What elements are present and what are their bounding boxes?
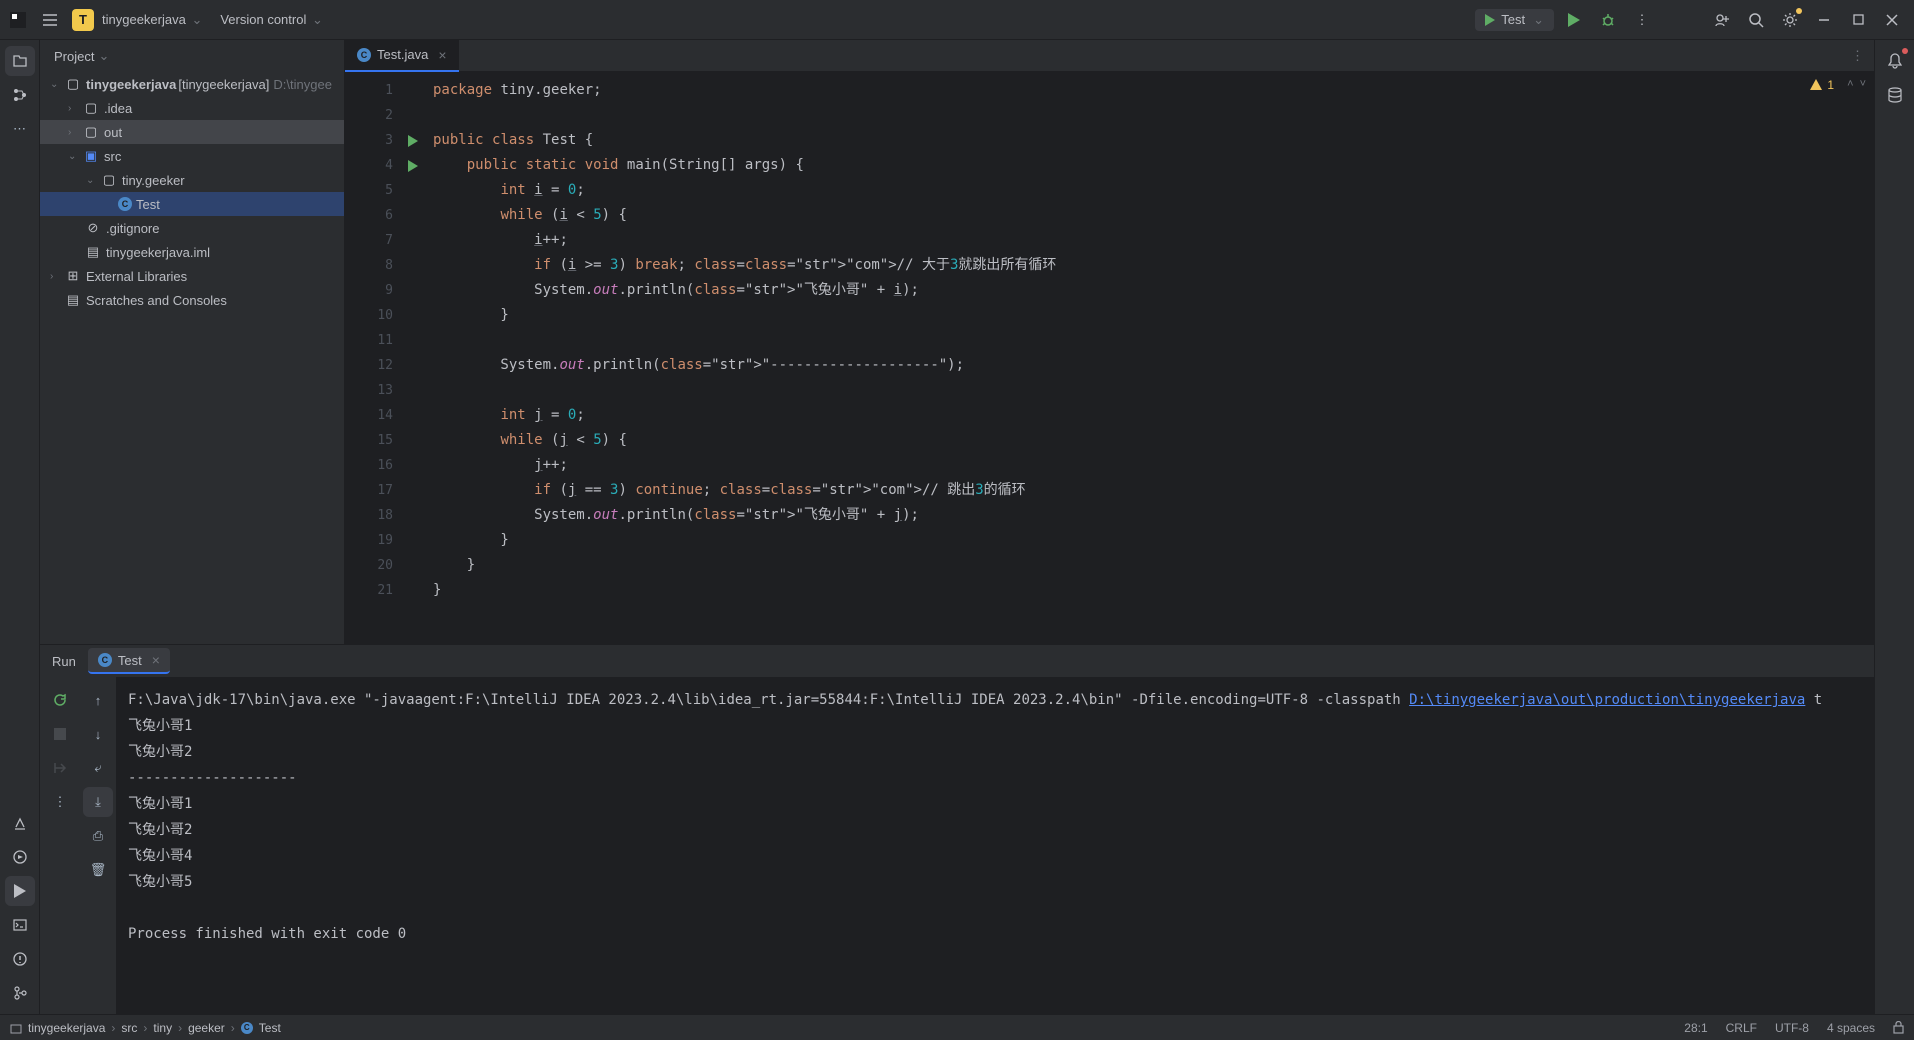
structure-tool-button[interactable] bbox=[5, 80, 35, 110]
problems-tool-button[interactable] bbox=[5, 944, 35, 974]
library-icon: ⊞ bbox=[64, 268, 82, 284]
project-tree[interactable]: ⌄ ▢ tinygeekerjava [tinygeekerjava] D:\t… bbox=[40, 72, 344, 644]
titlebar: T tinygeekerjava ⌄ Version control ⌄ Tes… bbox=[0, 0, 1914, 40]
indent-config[interactable]: 4 spaces bbox=[1827, 1021, 1875, 1035]
project-name[interactable]: tinygeekerjava ⌄ bbox=[102, 12, 202, 28]
minimize-icon[interactable] bbox=[1810, 6, 1838, 34]
run-actions-rail: ⋮ bbox=[40, 677, 80, 1014]
editor-tab-label: Test.java bbox=[377, 47, 428, 62]
search-icon[interactable] bbox=[1742, 6, 1770, 34]
warning-badge[interactable]: 1 bbox=[1809, 78, 1834, 92]
tree-root[interactable]: ⌄ ▢ tinygeekerjava [tinygeekerjava] D:\t… bbox=[40, 72, 344, 96]
folder-icon: ▢ bbox=[82, 124, 100, 140]
statusbar: tinygeekerjava›src›tiny›geeker›CTest 28:… bbox=[0, 1014, 1914, 1040]
more-actions-icon[interactable]: ⋮ bbox=[1628, 6, 1656, 34]
tab-more-icon[interactable]: ⋮ bbox=[1841, 48, 1874, 64]
database-tool-button[interactable] bbox=[1880, 80, 1910, 110]
source-folder-icon: ▣ bbox=[82, 148, 100, 164]
gitignore-icon: ⊘ bbox=[84, 220, 102, 236]
class-icon: C bbox=[357, 48, 371, 62]
notifications-button[interactable] bbox=[1880, 46, 1910, 76]
console-output[interactable]: F:\Java\jdk-17\bin\java.exe "-javaagent:… bbox=[116, 677, 1874, 1014]
tree-package[interactable]: ⌄▢ tiny.geeker bbox=[40, 168, 344, 192]
services-tool-button[interactable] bbox=[5, 842, 35, 872]
rerun-button[interactable] bbox=[45, 685, 75, 715]
editor-body[interactable]: 123456789101112131415161718192021 packag… bbox=[345, 72, 1874, 644]
line-separator[interactable]: CRLF bbox=[1726, 1021, 1757, 1035]
prev-highlight-icon[interactable]: ˄ bbox=[1847, 78, 1853, 90]
editor-tab-bar: C Test.java × ⋮ bbox=[345, 40, 1874, 72]
close-run-tab-icon[interactable]: × bbox=[152, 652, 160, 668]
tree-scratches[interactable]: ▤ Scratches and Consoles bbox=[40, 288, 344, 312]
line-gutter: 123456789101112131415161718192021 bbox=[345, 72, 401, 644]
scroll-to-end-icon[interactable]: ⤓ bbox=[83, 787, 113, 817]
tree-idea[interactable]: ›▢ .idea bbox=[40, 96, 344, 120]
code-area[interactable]: package tiny.geeker; public class Test {… bbox=[425, 72, 1874, 644]
run-config-selector[interactable]: Test ⌄ bbox=[1475, 9, 1554, 31]
file-icon: ▤ bbox=[84, 244, 102, 260]
run-gutter[interactable] bbox=[401, 72, 425, 644]
caret-position[interactable]: 28:1 bbox=[1684, 1021, 1707, 1035]
run-button[interactable] bbox=[1560, 6, 1588, 34]
down-icon[interactable]: ↓ bbox=[83, 719, 113, 749]
ide-logo-icon bbox=[8, 10, 28, 30]
class-icon: C bbox=[98, 653, 112, 667]
debug-button[interactable] bbox=[1594, 6, 1622, 34]
soft-wrap-icon[interactable]: ⤶ bbox=[83, 753, 113, 783]
tree-class-test[interactable]: C Test bbox=[40, 192, 344, 216]
project-panel-header[interactable]: Project⌄ bbox=[40, 40, 344, 72]
clear-icon[interactable]: 🗑 bbox=[83, 855, 113, 885]
chevron-down-icon: ⌄ bbox=[1533, 12, 1544, 28]
code-with-me-icon[interactable] bbox=[1708, 6, 1736, 34]
settings-icon[interactable] bbox=[1776, 6, 1804, 34]
folder-icon: ▢ bbox=[64, 76, 82, 92]
next-highlight-icon[interactable]: ˅ bbox=[1860, 78, 1866, 90]
breadcrumb[interactable]: tinygeekerjava›src›tiny›geeker›CTest bbox=[10, 1021, 281, 1035]
tree-src[interactable]: ⌄▣ src bbox=[40, 144, 344, 168]
tree-out[interactable]: ›▢ out bbox=[40, 120, 344, 144]
scratch-icon: ▤ bbox=[64, 292, 82, 308]
tree-gitignore[interactable]: ⊘ .gitignore bbox=[40, 216, 344, 240]
print-icon[interactable]: ⎙ bbox=[83, 821, 113, 851]
editor-area: C Test.java × ⋮ 123456789101112131415161… bbox=[345, 40, 1874, 644]
console-actions-rail: ↑ ↓ ⤶ ⤓ ⎙ 🗑 bbox=[80, 677, 116, 1014]
stop-button[interactable] bbox=[45, 719, 75, 749]
hamburger-icon[interactable] bbox=[36, 6, 64, 34]
readonly-lock-icon[interactable] bbox=[1893, 1021, 1904, 1034]
up-icon[interactable]: ↑ bbox=[83, 685, 113, 715]
project-panel: Project⌄ ⌄ ▢ tinygeekerjava [tinygeekerj… bbox=[40, 40, 345, 644]
right-tool-rail bbox=[1874, 40, 1914, 1014]
vcs-tool-button[interactable] bbox=[5, 978, 35, 1008]
run-panel-title[interactable]: Run bbox=[52, 654, 76, 669]
more-tool-button[interactable]: ⋯ bbox=[5, 114, 35, 144]
build-tool-button[interactable] bbox=[5, 808, 35, 838]
run-more-icon[interactable]: ⋮ bbox=[45, 787, 75, 817]
file-encoding[interactable]: UTF-8 bbox=[1775, 1021, 1809, 1035]
project-badge[interactable]: T bbox=[72, 9, 94, 31]
maximize-icon[interactable] bbox=[1844, 6, 1872, 34]
folder-icon: ▢ bbox=[82, 100, 100, 116]
project-tool-button[interactable] bbox=[5, 46, 35, 76]
run-tool-button[interactable] bbox=[5, 876, 35, 906]
close-icon[interactable] bbox=[1878, 6, 1906, 34]
run-config-name: Test bbox=[1501, 12, 1525, 27]
tree-iml[interactable]: ▤ tinygeekerjava.iml bbox=[40, 240, 344, 264]
terminal-tool-button[interactable] bbox=[5, 910, 35, 940]
exit-button[interactable] bbox=[45, 753, 75, 783]
close-tab-icon[interactable]: × bbox=[438, 47, 446, 63]
run-tab-test[interactable]: C Test × bbox=[88, 648, 170, 674]
run-panel: Run C Test × ⋮ bbox=[40, 644, 1874, 1014]
package-icon: ▢ bbox=[100, 172, 118, 188]
vcs-menu[interactable]: Version control ⌄ bbox=[220, 12, 323, 28]
editor-tab-test[interactable]: C Test.java × bbox=[345, 40, 459, 72]
class-icon: C bbox=[118, 197, 132, 211]
run-play-icon bbox=[1485, 14, 1495, 26]
tree-external-libs[interactable]: ›⊞ External Libraries bbox=[40, 264, 344, 288]
